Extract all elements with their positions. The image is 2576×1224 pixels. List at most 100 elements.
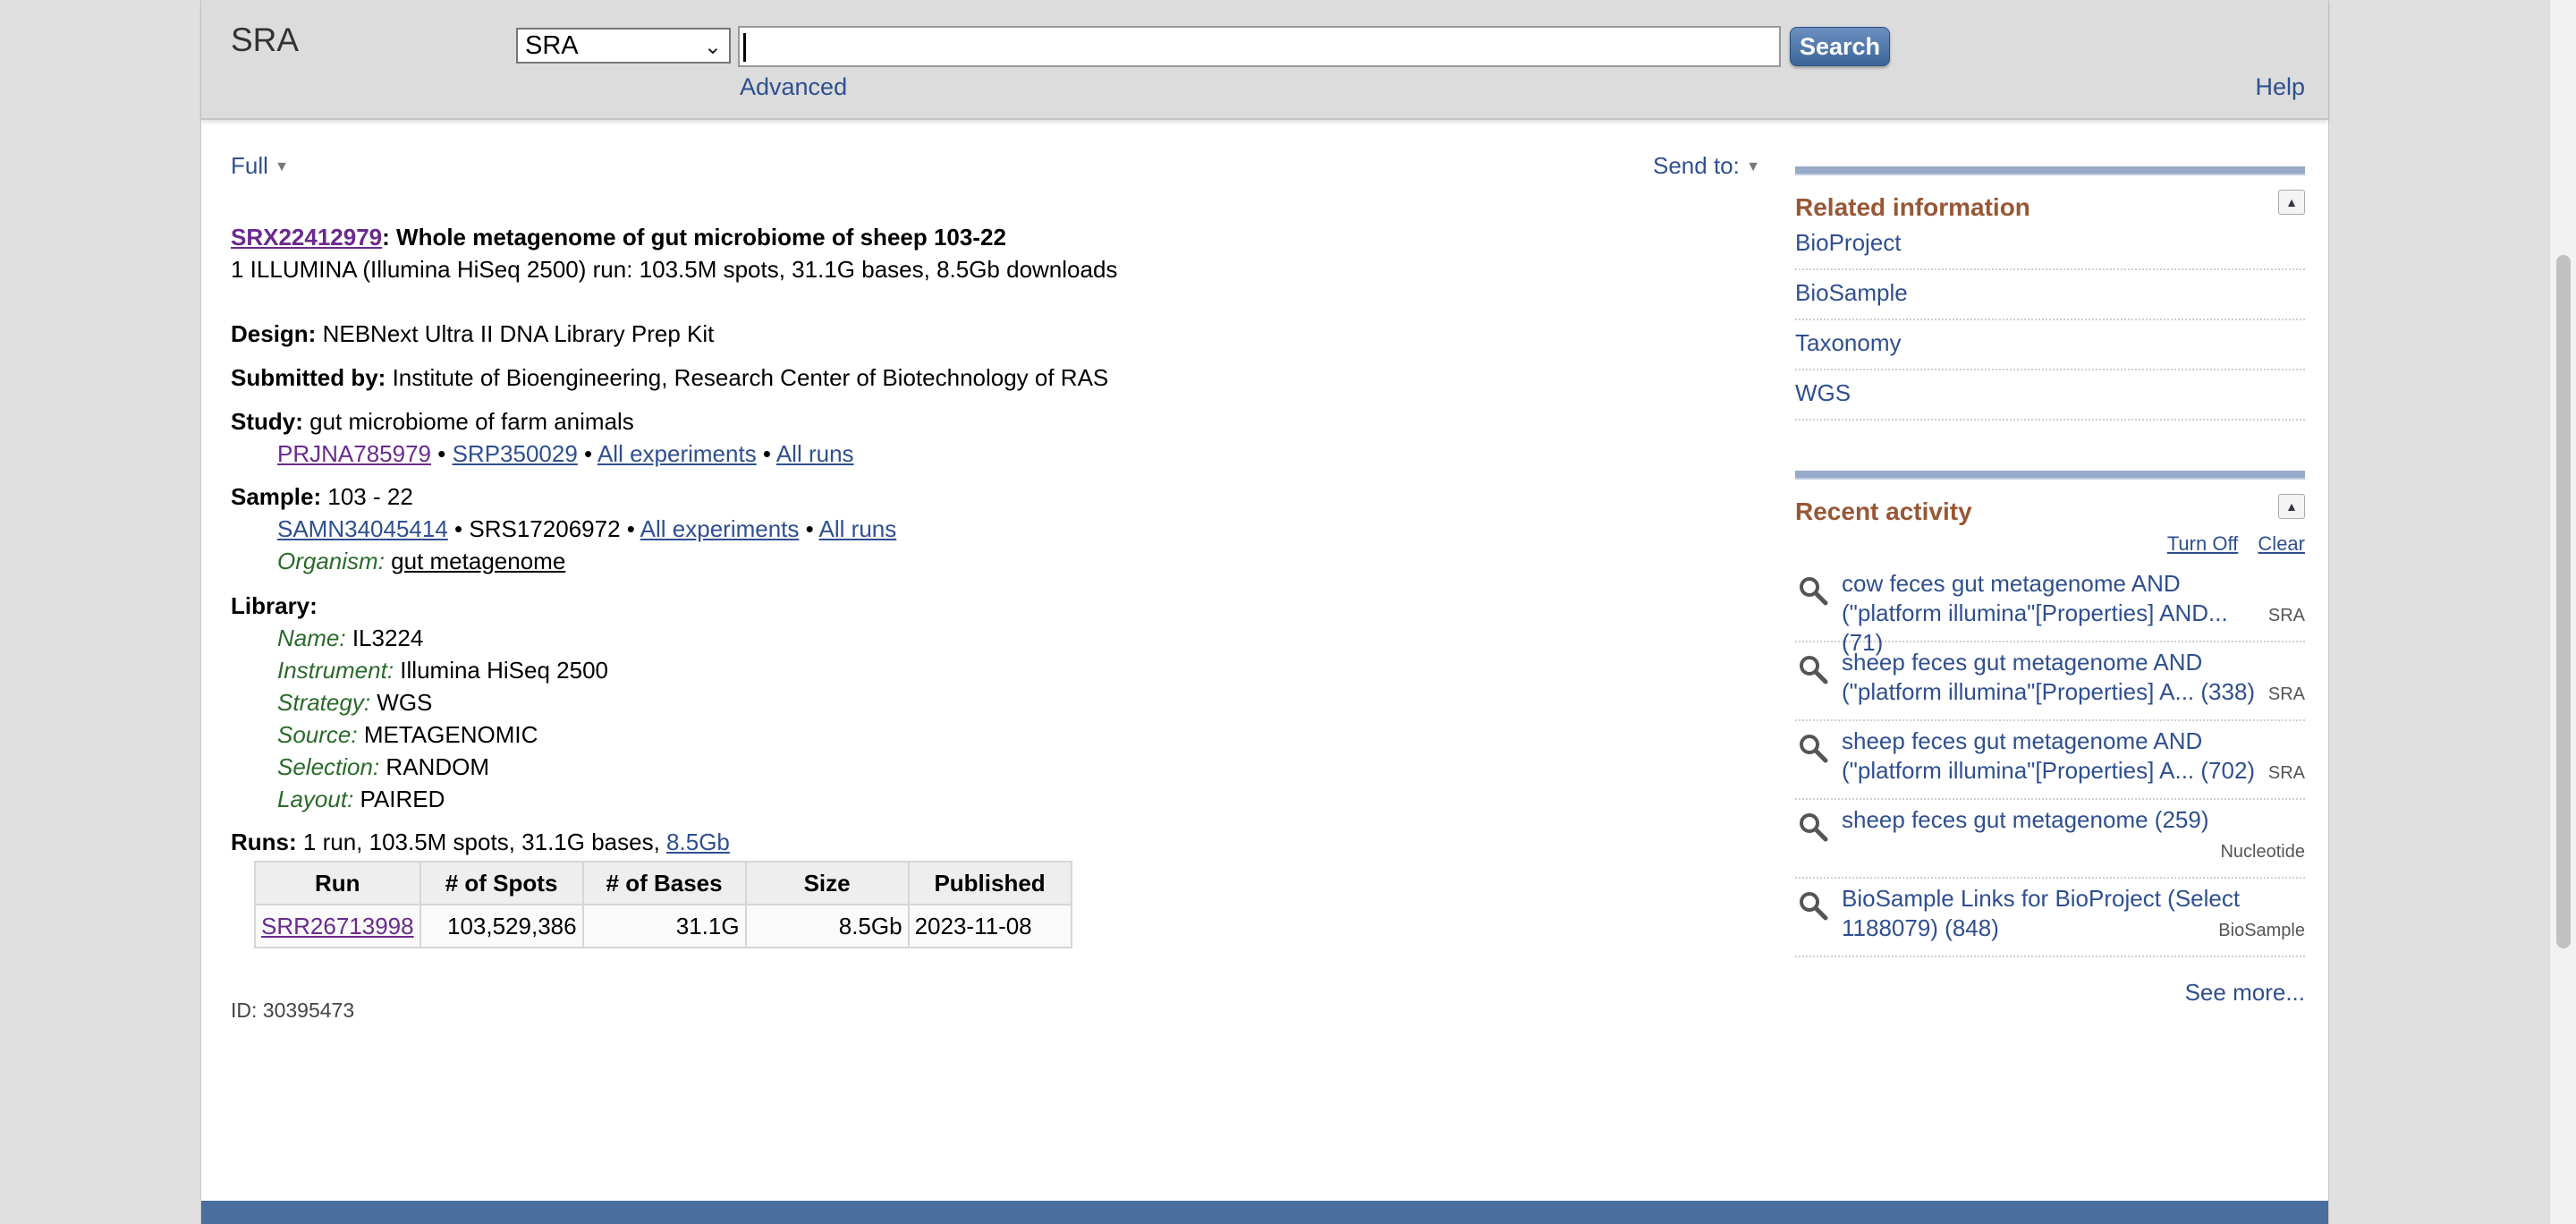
separator: •	[762, 440, 772, 467]
study-all-runs-link[interactable]: All runs	[776, 440, 854, 467]
list-item: BioSample	[1795, 270, 2305, 320]
run-spots: 103,529,386	[419, 904, 584, 948]
organism-link[interactable]: gut metagenome	[391, 548, 565, 574]
sample-links: SAMN34045414 • SRS17206972 • All experim…	[277, 515, 896, 543]
list-item[interactable]: sheep feces gut metagenome (259) Nucleot…	[1795, 800, 2305, 879]
list-item[interactable]: sheep feces gut metagenome AND ("platfor…	[1795, 721, 2305, 800]
related-link-taxonomy[interactable]: Taxonomy	[1795, 320, 2305, 365]
list-item[interactable]: BioSample Links for BioProject (Select 1…	[1795, 879, 2305, 957]
study-value: gut microbiome of farm animals	[309, 408, 634, 435]
library-layout-row: Layout: PAIRED	[277, 786, 445, 813]
recent-activity-link[interactable]: BioSample Links for BioProject (Select 1…	[1842, 884, 2271, 943]
library-row: Library:	[231, 592, 318, 620]
related-link-biosample[interactable]: BioSample	[1795, 270, 2305, 315]
library-name-label: Name:	[277, 625, 346, 651]
display-format-label: Full	[231, 152, 268, 179]
right-sidebar: Related information ▲ BioProject BioSamp…	[1795, 166, 2305, 1007]
bioproject-link[interactable]: PRJNA785979	[277, 440, 431, 467]
sample-all-experiments-link[interactable]: All experiments	[640, 515, 800, 542]
recent-activity-link[interactable]: sheep feces gut metagenome AND ("platfor…	[1842, 648, 2271, 707]
db-name: SRA	[231, 21, 300, 58]
portlet-header: Related information ▲	[1795, 175, 2305, 221]
related-information-portlet: Related information ▲ BioProject BioSamp…	[1795, 166, 2305, 421]
recent-activity-db: BioSample	[2218, 921, 2305, 940]
library-instrument-row: Instrument: Illumina HiSeq 2500	[277, 657, 608, 684]
footer-band	[201, 1201, 2328, 1224]
advanced-search-link[interactable]: Advanced	[740, 73, 847, 101]
srp-link[interactable]: SRP350029	[453, 440, 578, 467]
submitted-label: Submitted by:	[231, 364, 386, 391]
display-format-menu[interactable]: Full ▼	[231, 152, 289, 180]
record-summary: 1 ILLUMINA (Illumina HiSeq 2500) run: 10…	[231, 256, 1118, 283]
portlet-header: Recent activity ▲	[1795, 480, 2305, 525]
see-more-link[interactable]: See more...	[1795, 979, 2305, 1007]
dropdown-triangle-icon: ▼	[275, 159, 289, 175]
list-item: BioProject	[1795, 220, 2305, 270]
biosample-link[interactable]: SAMN34045414	[277, 515, 448, 542]
study-all-experiments-link[interactable]: All experiments	[597, 440, 757, 467]
clear-link[interactable]: Clear	[2258, 532, 2305, 555]
triangle-up-icon: ▲	[2285, 195, 2298, 209]
database-select[interactable]: SRA ⌄	[516, 28, 731, 64]
search-button[interactable]: Search	[1790, 27, 1890, 66]
send-to-menu[interactable]: Send to: ▼	[1653, 152, 1760, 180]
scrollbar-thumb[interactable]	[2556, 255, 2571, 948]
runs-label: Runs:	[231, 829, 297, 855]
srs-accession: SRS17206972	[469, 515, 621, 542]
design-value: NEBNext Ultra II DNA Library Prep Kit	[322, 320, 715, 347]
sample-row: Sample: 103 - 22	[231, 483, 413, 511]
search-icon	[1800, 656, 1828, 684]
search-input-wrapper[interactable]	[738, 26, 1781, 67]
library-source-row: Source: METAGENOMIC	[277, 721, 538, 749]
list-item[interactable]: sheep feces gut metagenome AND ("platfor…	[1795, 642, 2305, 721]
column-header: Size	[744, 861, 910, 905]
run-accession-link[interactable]: SRR26713998	[261, 913, 414, 939]
runs-table-header: Run # of Spots # of Bases Size Published	[254, 861, 1072, 905]
column-header: # of Bases	[581, 861, 747, 905]
search-icon	[1800, 577, 1828, 606]
runs-table: Run # of Spots # of Bases Size Published…	[254, 861, 1072, 948]
library-label: Library:	[231, 592, 318, 619]
page-frame: SRA SRA ⌄ Search Advanced Help Full ▼ Se…	[200, 0, 2329, 1224]
library-strategy-label: Strategy:	[277, 689, 371, 716]
study-links: PRJNA785979 • SRP350029 • All experiment…	[277, 440, 854, 468]
recent-activity-title: Recent activity	[1795, 497, 1972, 525]
dropdown-triangle-icon: ▼	[1746, 159, 1760, 175]
separator: •	[454, 515, 463, 542]
experiment-accession-link[interactable]: SRX22412979	[231, 224, 382, 251]
submitted-row: Submitted by: Institute of Bioengineerin…	[231, 364, 1108, 392]
library-selection-value: RANDOM	[386, 753, 489, 780]
record-title-text: : Whole metagenome of gut microbiome of …	[382, 224, 1006, 251]
recent-activity-link[interactable]: sheep feces gut metagenome (259)	[1842, 805, 2271, 835]
library-layout-value: PAIRED	[360, 786, 445, 812]
recent-activity-portlet: Recent activity ▲ Turn Off Clear cow fec…	[1795, 471, 2305, 1007]
library-layout-label: Layout:	[277, 786, 354, 812]
related-information-title: Related information	[1795, 193, 2030, 221]
collapse-recent-button[interactable]: ▲	[2278, 494, 2305, 519]
related-link-wgs[interactable]: WGS	[1795, 370, 2305, 415]
search-input[interactable]	[740, 28, 1779, 65]
recent-activity-link[interactable]: sheep feces gut metagenome AND ("platfor…	[1842, 727, 2271, 786]
collapse-related-button[interactable]: ▲	[2278, 190, 2305, 215]
runs-row: Runs: 1 run, 103.5M spots, 31.1G bases, …	[231, 829, 730, 856]
triangle-up-icon: ▲	[2285, 499, 2298, 514]
list-item: Taxonomy	[1795, 320, 2305, 370]
turn-off-link[interactable]: Turn Off	[2167, 532, 2238, 555]
search-icon	[1800, 735, 1828, 763]
runs-download-link[interactable]: 8.5Gb	[666, 829, 730, 855]
vertical-scrollbar[interactable]	[2549, 0, 2576, 1224]
search-icon	[1800, 892, 1828, 921]
run-size: 8.5Gb	[744, 904, 910, 948]
sample-all-runs-link[interactable]: All runs	[819, 515, 897, 542]
list-item[interactable]: cow feces gut metagenome AND ("platform …	[1795, 564, 2305, 656]
sample-value: 103 - 22	[327, 483, 413, 510]
organism-label: Organism:	[277, 548, 385, 574]
library-instrument-label: Instrument:	[277, 657, 394, 684]
column-header: # of Spots	[419, 861, 584, 905]
record-title: SRX22412979: Whole metagenome of gut mic…	[231, 224, 1006, 251]
recent-activity-db: SRA	[2267, 763, 2305, 783]
help-link[interactable]: Help	[2255, 73, 2305, 101]
related-link-bioproject[interactable]: BioProject	[1795, 220, 2305, 265]
table-row: SRR26713998 103,529,386 31.1G 8.5Gb 2023…	[254, 904, 1072, 948]
portlet-bar	[1795, 471, 2305, 480]
